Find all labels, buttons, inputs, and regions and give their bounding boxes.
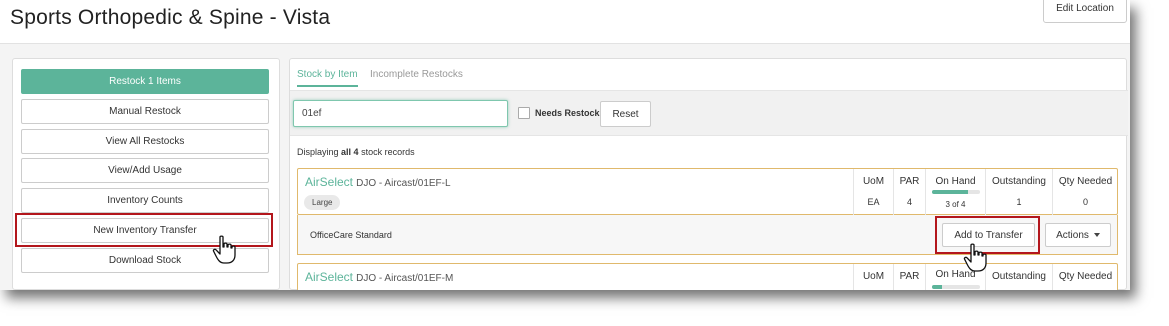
view-all-restocks-button[interactable]: View All Restocks <box>21 129 269 154</box>
needs-restock-label: Needs Restock <box>535 108 600 118</box>
tab-incomplete-restocks[interactable]: Incomplete Restocks <box>370 69 463 80</box>
tab-stock-by-item[interactable]: Stock by Item <box>297 69 358 87</box>
item-description: DJO - Aircast/01EF-L <box>356 178 451 189</box>
par-column: PAR <box>893 264 925 290</box>
qty-needed-header: Qty Needed <box>1058 176 1113 187</box>
caret-down-icon <box>1093 233 1100 237</box>
par-value: 4 <box>906 197 912 207</box>
qty-needed-column: Qty Needed 0 <box>1052 169 1118 216</box>
action-sidebar: Restock 1 Items Manual Restock View All … <box>12 58 280 290</box>
outstanding-header: Outstanding <box>992 271 1046 282</box>
outstanding-header: Outstanding <box>992 176 1046 187</box>
stock-item-row: AirSelect DJO - Aircast/01EF-M UoM PAR O… <box>297 263 1118 290</box>
inventory-counts-button[interactable]: Inventory Counts <box>21 188 269 213</box>
uom-header: UoM <box>862 176 885 187</box>
qty-needed-column: Qty Needed <box>1052 264 1118 290</box>
qty-needed-header: Qty Needed <box>1058 271 1113 282</box>
location-label: OfficeCare Standard <box>310 230 392 240</box>
manual-restock-button[interactable]: Manual Restock <box>21 99 269 124</box>
on-hand-progress <box>932 285 980 289</box>
uom-value: EA <box>867 197 880 207</box>
uom-column: UoM EA <box>853 169 893 216</box>
outstanding-value: 1 <box>1016 197 1022 207</box>
results-count: Displaying all 4 stock records <box>297 147 415 157</box>
on-hand-progress <box>932 190 980 194</box>
item-brand-link[interactable]: AirSelect <box>305 175 353 189</box>
item-title: AirSelect DJO - Aircast/01EF-L <box>305 175 451 189</box>
view-add-usage-button[interactable]: View/Add Usage <box>21 158 269 183</box>
results-count-value: all 4 <box>341 147 359 157</box>
on-hand-column: On Hand 3 of 4 <box>925 169 985 216</box>
page-title: Sports Orthopedic & Spine - Vista <box>10 6 331 29</box>
on-hand-progress-fill <box>932 285 942 289</box>
actions-dropdown-button[interactable]: Actions <box>1045 223 1111 247</box>
uom-column: UoM <box>853 264 893 290</box>
tab-bar: Stock by Item Incomplete Restocks <box>290 59 1128 91</box>
qty-needed-value: 0 <box>1082 197 1088 207</box>
on-hand-header: On Hand <box>935 176 976 187</box>
par-column: PAR 4 <box>893 169 925 216</box>
size-badge: Large <box>304 195 341 210</box>
par-header: PAR <box>899 271 920 282</box>
needs-restock-checkbox[interactable] <box>518 107 530 119</box>
actions-label: Actions <box>1056 229 1089 241</box>
stock-item-row: AirSelect DJO - Aircast/01EF-L Large UoM… <box>297 168 1118 216</box>
restock-items-button[interactable]: Restock 1 Items <box>21 69 269 94</box>
results-prefix: Displaying <box>297 147 339 157</box>
results-suffix: stock records <box>361 147 415 157</box>
outstanding-column: Outstanding <box>985 264 1052 290</box>
edit-location-button[interactable]: Edit Location <box>1043 0 1127 23</box>
on-hand-progress-fill <box>932 190 968 194</box>
item-title: AirSelect DJO - Aircast/01EF-M <box>305 270 453 284</box>
filter-bar: Needs Restock Reset <box>290 91 1128 136</box>
stock-search-input[interactable] <box>293 100 508 127</box>
hand-cursor-icon <box>963 243 987 272</box>
par-header: PAR <box>899 176 920 187</box>
stock-panel: Stock by Item Incomplete Restocks Needs … <box>289 58 1128 290</box>
item-description: DJO - Aircast/01EF-M <box>356 273 454 284</box>
item-brand-link[interactable]: AirSelect <box>305 270 353 284</box>
on-hand-value: 3 of 4 <box>945 200 966 209</box>
uom-header: UoM <box>862 271 885 282</box>
hand-cursor-icon <box>212 235 236 264</box>
outstanding-column: Outstanding 1 <box>985 169 1052 216</box>
reset-button[interactable]: Reset <box>600 101 651 127</box>
app-window: Sports Orthopedic & Spine - Vista Edit L… <box>0 0 1130 290</box>
